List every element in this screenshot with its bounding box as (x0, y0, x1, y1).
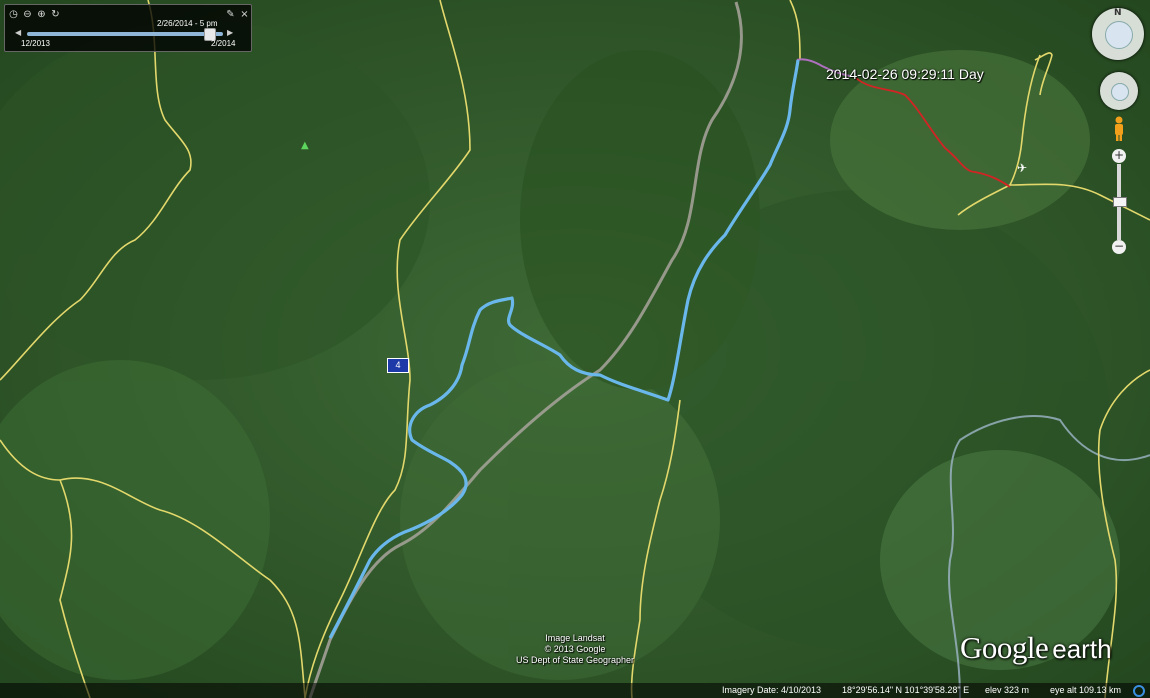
clock-icon[interactable]: ◷ (8, 9, 19, 20)
zoom-out-button[interactable]: − (1112, 240, 1126, 254)
zoom-in-button[interactable]: + (1112, 149, 1126, 163)
imagery-attribution: Image Landsat © 2013 Google US Dept of S… (505, 633, 645, 666)
time-slider-panel: ◷ ⊖ ⊕ ↻ ✎ × 2/26/2014 - 5 pm ◀ ▶ 12/2013… (4, 4, 252, 52)
pegman-icon[interactable] (1112, 116, 1126, 142)
logo-google-text: Google (960, 630, 1049, 665)
highway-shield: 4 (387, 358, 409, 373)
time-slider-track[interactable] (27, 32, 223, 36)
elevation: elev 323 m (985, 685, 1030, 695)
step-forward-icon[interactable]: ▶ (227, 28, 233, 37)
refresh-icon[interactable]: ↻ (50, 9, 61, 20)
attribution-line: Image Landsat (545, 633, 605, 643)
park-icon: ▲ (301, 140, 309, 151)
airport-icon: ✈ (1017, 161, 1028, 175)
step-back-icon[interactable]: ◀ (15, 28, 21, 37)
north-indicator[interactable]: N (1114, 8, 1122, 18)
zoom-slider-thumb[interactable] (1113, 197, 1127, 207)
streaming-indicator-icon (1133, 685, 1145, 697)
current-time-label: 2/26/2014 - 5 pm (157, 19, 218, 28)
eye-altitude: eye alt 109.13 km (1050, 685, 1122, 695)
time-range-start: 12/2013 (21, 39, 50, 48)
cursor-coordinates: 18°29'56.14" N 101°39'58.28" E (842, 685, 970, 695)
zoom-in-icon[interactable]: ⊕ (36, 9, 47, 20)
hand-icon[interactable] (1111, 83, 1129, 101)
logo-earth-text: earth (1052, 634, 1112, 664)
google-earth-logo: Google earth (960, 630, 1112, 666)
status-bar: Imagery Date: 4/10/2013 18°29'56.14" N 1… (0, 683, 1150, 698)
look-joystick[interactable]: N (1092, 8, 1144, 60)
imagery-date: Imagery Date: 4/10/2013 (722, 685, 822, 695)
attribution-line: US Dept of State Geographer (515, 655, 635, 665)
satellite-map[interactable] (0, 0, 1150, 698)
move-joystick[interactable] (1100, 72, 1138, 110)
close-icon[interactable]: × (239, 9, 250, 20)
attribution-line: © 2013 Google (544, 644, 606, 654)
time-range-end: 2/2014 (211, 39, 236, 48)
zoom-out-icon[interactable]: ⊖ (22, 9, 33, 20)
wrench-icon[interactable]: ✎ (225, 9, 236, 20)
track-timestamp-label: 2014-02-26 09:29:11 Day (826, 66, 984, 82)
eye-icon[interactable] (1105, 21, 1133, 49)
